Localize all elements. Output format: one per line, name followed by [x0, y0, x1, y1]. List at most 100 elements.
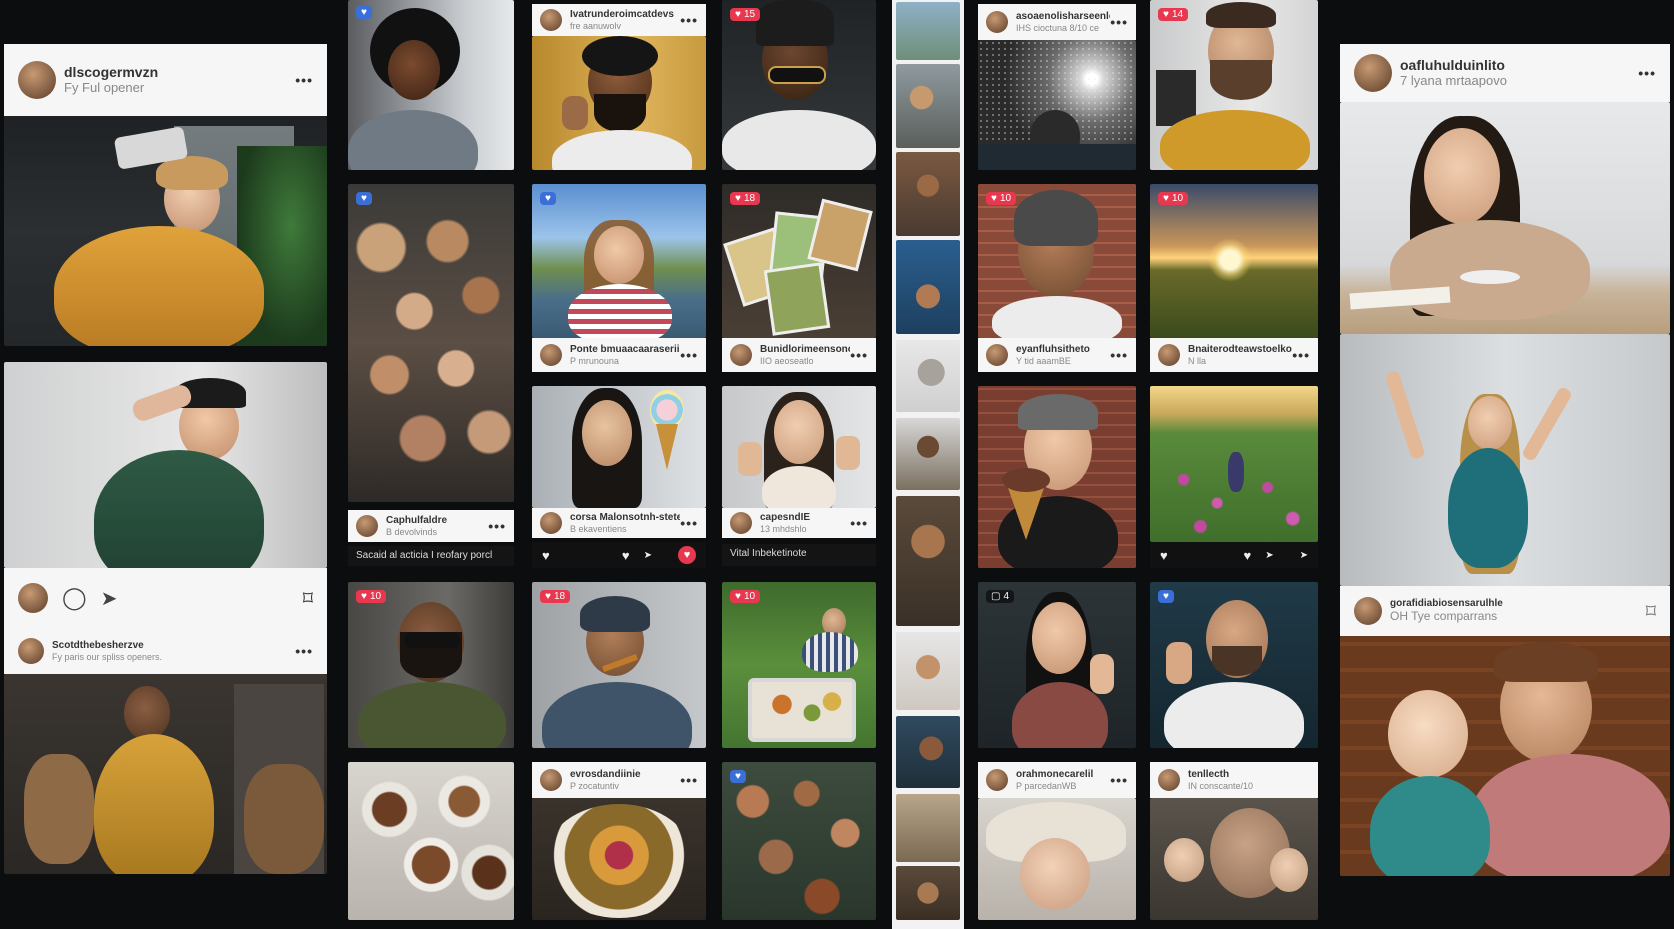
post-header[interactable]: dlscogermvzn Fy Ful opener ••• [4, 44, 327, 116]
post-header[interactable]: Scotdthebesherzve Fy paris our spliss op… [4, 628, 327, 674]
avatar[interactable] [986, 11, 1008, 33]
post-photo[interactable] [4, 116, 327, 346]
post-photo[interactable] [532, 386, 706, 508]
post-header[interactable]: oafluhulduinlito 7 lyana mrtaapovo ••• [1340, 44, 1670, 102]
post-username[interactable]: Scotdthebesherzve [52, 640, 295, 652]
avatar[interactable] [18, 638, 44, 664]
post-header[interactable]: Ponte bmuaacaaraseriis P mrunouna ••• [532, 338, 706, 372]
more-options-icon[interactable]: ••• [1110, 772, 1128, 788]
avatar[interactable] [540, 512, 562, 534]
post-username[interactable]: capesndIE [760, 512, 850, 524]
avatar[interactable] [1158, 769, 1180, 791]
post-photo[interactable] [4, 362, 327, 568]
post-photo[interactable]: ♥ [348, 0, 514, 170]
thumbnail[interactable] [896, 794, 960, 862]
bookmark-icon[interactable]: ⌑ [303, 586, 313, 611]
avatar[interactable] [540, 9, 562, 31]
thumbnail[interactable] [896, 716, 960, 788]
post-photo[interactable]: ♥ 10 [348, 582, 514, 748]
thumbnail[interactable] [896, 64, 960, 148]
more-options-icon[interactable]: ••• [680, 772, 698, 788]
post-photo[interactable]: ♥ 18 [722, 184, 876, 338]
post-photo[interactable] [1150, 386, 1318, 542]
thumbnail[interactable] [896, 340, 960, 412]
post-photo[interactable] [1340, 102, 1670, 334]
post-header[interactable]: orahmonecarelil P parcedanWB ••• [978, 762, 1136, 798]
avatar[interactable] [730, 344, 752, 366]
heart-icon[interactable]: ♥ [1244, 548, 1252, 563]
post-username[interactable]: tenllecth [1188, 769, 1310, 781]
post-photo[interactable] [1150, 798, 1318, 920]
more-options-icon[interactable]: ••• [295, 72, 313, 88]
more-options-icon[interactable]: ••• [295, 643, 313, 659]
post-photo[interactable] [532, 798, 706, 920]
more-options-icon[interactable]: ••• [1110, 14, 1128, 30]
post-photo[interactable] [722, 386, 876, 508]
post-photo[interactable] [1340, 334, 1670, 586]
post-header[interactable]: Caphulfaldre B devolvinds ••• [348, 510, 514, 542]
post-header[interactable]: eyanfluhsitheto Y tid aaamBE ••• [978, 338, 1136, 372]
post-photo[interactable]: ♥ [1150, 582, 1318, 748]
post-photo[interactable]: ♥ 15 [722, 0, 876, 170]
post-photo[interactable] [978, 386, 1136, 568]
avatar[interactable] [18, 61, 56, 99]
more-options-icon[interactable]: ••• [1638, 65, 1656, 81]
avatar[interactable] [986, 344, 1008, 366]
post-header[interactable]: asoaenolisharseenlo IHS cioctuna 8/10 ce… [978, 4, 1136, 40]
heart-icon[interactable]: ♥ [542, 548, 550, 563]
post-photo[interactable] [348, 762, 514, 920]
post-photo[interactable]: ♥ 10 [722, 582, 876, 748]
post-header[interactable]: Bunidlorimeensonolit IIO aeoseatlo ••• [722, 338, 876, 372]
more-options-icon[interactable]: ••• [850, 515, 868, 531]
heart-icon[interactable]: ♥ [622, 548, 630, 563]
more-options-icon[interactable]: ••• [850, 347, 868, 363]
avatar[interactable] [986, 769, 1008, 791]
avatar[interactable] [540, 769, 562, 791]
share-icon[interactable]: ➤ [644, 550, 652, 561]
liked-heart-icon[interactable]: ♥ [678, 546, 696, 564]
post-username[interactable]: Ivatrunderoimcatdevs [570, 9, 680, 21]
post-username[interactable]: evrosdandiinie [570, 769, 680, 781]
avatar[interactable] [1354, 597, 1382, 625]
more-options-icon[interactable]: ••• [680, 515, 698, 531]
post-header[interactable]: evrosdandiinie P zocatuntiv ••• [532, 762, 706, 798]
post-username[interactable]: corsa Malonsotnh-stete [570, 512, 680, 524]
more-options-icon[interactable]: ••• [488, 518, 506, 534]
avatar[interactable] [540, 344, 562, 366]
post-photo[interactable] [532, 36, 706, 170]
post-photo[interactable]: ♥ 10 [978, 184, 1136, 338]
post-header[interactable]: Ivatrunderoimcatdevs fre aanuwolv ••• [532, 4, 706, 36]
post-photo[interactable]: ♥ [532, 184, 706, 338]
post-header[interactable]: Bnaiterodteawstoelko N lla ••• [1150, 338, 1318, 372]
post-username[interactable]: asoaenolisharseenlo [1016, 11, 1110, 23]
post-header[interactable]: corsa Malonsotnh-stete B ekaventiens ••• [532, 508, 706, 538]
avatar[interactable] [1158, 344, 1180, 366]
heart-icon[interactable]: ♥ [1160, 548, 1168, 563]
thumbnail[interactable] [896, 152, 960, 236]
post-photo[interactable]: ♥ 10 [1150, 184, 1318, 338]
post-photo[interactable]: ♥ [348, 184, 514, 502]
post-photo[interactable] [978, 40, 1136, 170]
bookmark-icon[interactable]: ⌑ [1646, 599, 1656, 624]
more-options-icon[interactable]: ••• [680, 12, 698, 28]
share-icon[interactable]: ➤ [101, 586, 118, 611]
post-photo[interactable]: ▢ 4 [978, 582, 1136, 748]
post-header[interactable]: gorafidiabiosensarulhle OH Tye comparran… [1340, 586, 1670, 636]
thumbnail[interactable] [896, 418, 960, 490]
post-username[interactable]: Bnaiterodteawstoelko [1188, 344, 1292, 356]
post-header[interactable]: capesndIE 13 mhdshlo ••• [722, 508, 876, 538]
share-icon[interactable]: ➤ [1300, 550, 1308, 561]
thumbnail[interactable] [896, 632, 960, 710]
post-username[interactable]: Bunidlorimeensonolit [760, 344, 850, 356]
thumbnail[interactable] [896, 866, 960, 920]
thumbnail[interactable] [896, 496, 960, 626]
post-username[interactable]: eyanfluhsitheto [1016, 344, 1110, 356]
thumbnail[interactable] [896, 240, 960, 334]
post-username[interactable]: Caphulfaldre [386, 515, 488, 527]
avatar[interactable] [356, 515, 378, 537]
post-username[interactable]: Ponte bmuaacaaraseriis [570, 344, 680, 356]
avatar[interactable] [730, 512, 752, 534]
thumbnail[interactable] [896, 2, 960, 60]
post-photo[interactable]: ♥ 14 [1150, 0, 1318, 170]
avatar[interactable] [18, 583, 48, 613]
